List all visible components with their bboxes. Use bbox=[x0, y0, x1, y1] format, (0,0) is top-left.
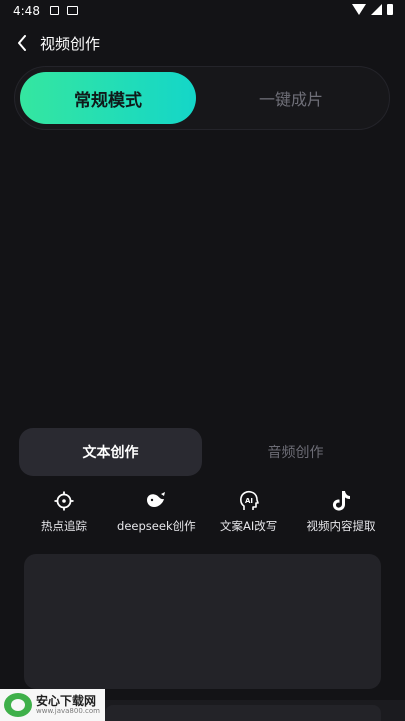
tool-hot-tracking[interactable]: 热点追踪 bbox=[20, 490, 108, 540]
page-title: 视频创作 bbox=[40, 35, 101, 53]
watermark: 安心下载网 www.java800.com bbox=[0, 689, 105, 721]
tool-label: deepseek创作 bbox=[117, 519, 196, 533]
tool-row: 热点追踪 deepseek创作 AI 文案AI改写 视频内容提取 bbox=[20, 490, 385, 540]
tool-label: 热点追踪 bbox=[41, 519, 87, 533]
status-time: 4:48 bbox=[13, 4, 40, 18]
tool-ai-rewrite[interactable]: AI 文案AI改写 bbox=[205, 490, 293, 540]
tool-deepseek[interactable]: deepseek创作 bbox=[112, 490, 200, 540]
crosshair-icon bbox=[53, 490, 75, 512]
bottom-panel bbox=[105, 705, 381, 721]
whale-icon bbox=[145, 490, 167, 512]
watermark-url: www.java800.com bbox=[36, 706, 100, 715]
mode-switch: 常规模式 一键成片 bbox=[14, 66, 390, 130]
header: 视频创作 bbox=[0, 30, 405, 58]
watermark-title: 安心下载网 bbox=[36, 693, 97, 708]
mode-tab-regular[interactable]: 常规模式 bbox=[20, 72, 196, 124]
ai-head-icon: AI bbox=[238, 490, 260, 512]
battery-icon bbox=[387, 4, 393, 15]
back-button[interactable] bbox=[12, 32, 32, 54]
notification-icon bbox=[50, 6, 59, 15]
tool-video-extract[interactable]: 视频内容提取 bbox=[297, 490, 385, 540]
watermark-text: 安心下载网 www.java800.com bbox=[36, 693, 100, 716]
tool-label: 文案AI改写 bbox=[220, 519, 278, 533]
cast-icon bbox=[67, 6, 78, 15]
chevron-left-icon bbox=[18, 35, 26, 51]
mode-tab-one-click[interactable]: 一键成片 bbox=[203, 72, 379, 124]
status-right bbox=[352, 4, 393, 15]
text-input-area[interactable] bbox=[24, 554, 381, 689]
svg-text:AI: AI bbox=[245, 497, 253, 505]
tab-text-creation[interactable]: 文本创作 bbox=[19, 428, 202, 476]
watermark-logo-icon bbox=[4, 693, 32, 717]
signal-icon bbox=[371, 4, 382, 15]
status-bar: 4:48 bbox=[0, 0, 405, 24]
creation-tabs: 文本创作 音频创作 bbox=[19, 428, 387, 476]
tool-label: 视频内容提取 bbox=[306, 519, 376, 533]
tiktok-icon bbox=[330, 490, 352, 512]
wifi-icon bbox=[352, 4, 366, 15]
tab-audio-creation[interactable]: 音频创作 bbox=[204, 428, 387, 476]
